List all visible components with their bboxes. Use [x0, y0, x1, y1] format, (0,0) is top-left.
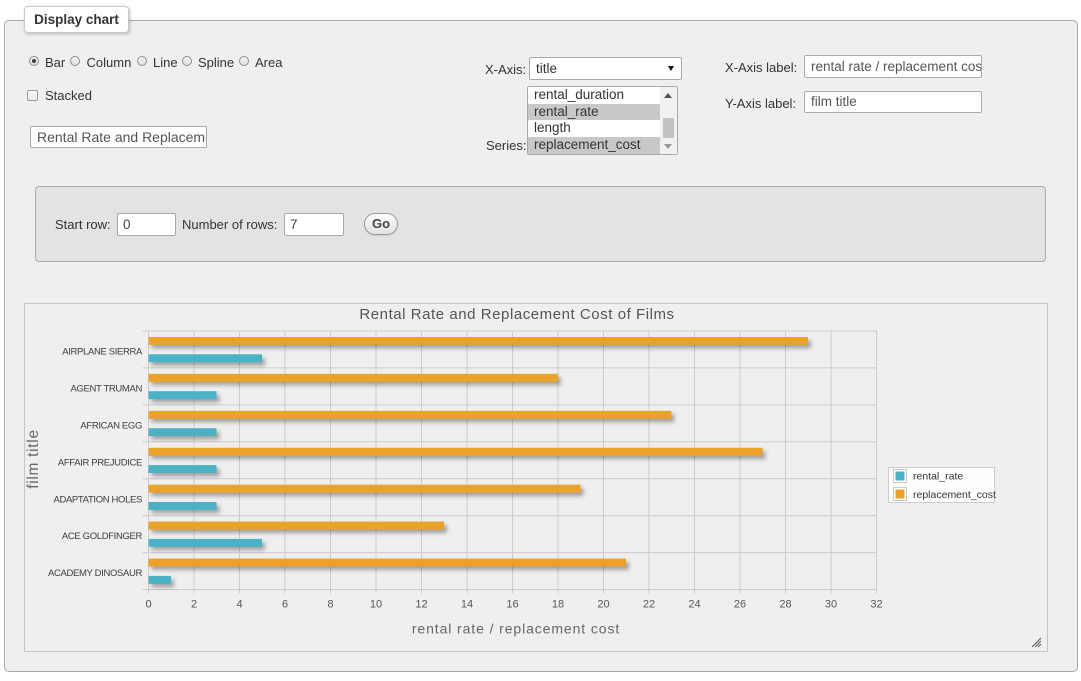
- svg-text:28: 28: [779, 599, 791, 611]
- svg-text:22: 22: [643, 599, 655, 611]
- svg-text:ACE GOLDFINGER: ACE GOLDFINGER: [62, 531, 143, 542]
- svg-text:AIRPLANE SIERRA: AIRPLANE SIERRA: [62, 347, 143, 358]
- svg-text:30: 30: [825, 599, 837, 611]
- svg-text:replacement_cost: replacement_cost: [913, 489, 996, 501]
- svg-text:film title: film title: [25, 429, 42, 489]
- svg-text:rental_rate: rental_rate: [913, 471, 963, 483]
- svg-text:20: 20: [597, 599, 609, 611]
- svg-text:AGENT TRUMAN: AGENT TRUMAN: [71, 384, 143, 395]
- svg-text:AFRICAN EGG: AFRICAN EGG: [80, 420, 142, 431]
- svg-text:0: 0: [145, 599, 151, 611]
- svg-text:14: 14: [461, 599, 473, 611]
- svg-text:10: 10: [370, 599, 382, 611]
- svg-text:12: 12: [415, 599, 427, 611]
- svg-text:ADAPTATION HOLES: ADAPTATION HOLES: [53, 494, 142, 505]
- svg-text:AFFAIR PREJUDICE: AFFAIR PREJUDICE: [58, 457, 142, 468]
- svg-text:ACADEMY DINOSAUR: ACADEMY DINOSAUR: [48, 568, 142, 579]
- svg-text:32: 32: [870, 599, 882, 611]
- svg-text:Rental Rate and Replacement Co: Rental Rate and Replacement Cost of Film…: [359, 306, 674, 323]
- svg-text:8: 8: [327, 599, 333, 611]
- svg-text:rental rate / replacement cost: rental rate / replacement cost: [412, 621, 620, 637]
- svg-text:2: 2: [191, 599, 197, 611]
- svg-text:26: 26: [734, 599, 746, 611]
- svg-text:18: 18: [552, 599, 564, 611]
- svg-text:6: 6: [282, 599, 288, 611]
- svg-text:4: 4: [236, 599, 242, 611]
- svg-text:24: 24: [688, 599, 700, 611]
- svg-text:16: 16: [506, 599, 518, 611]
